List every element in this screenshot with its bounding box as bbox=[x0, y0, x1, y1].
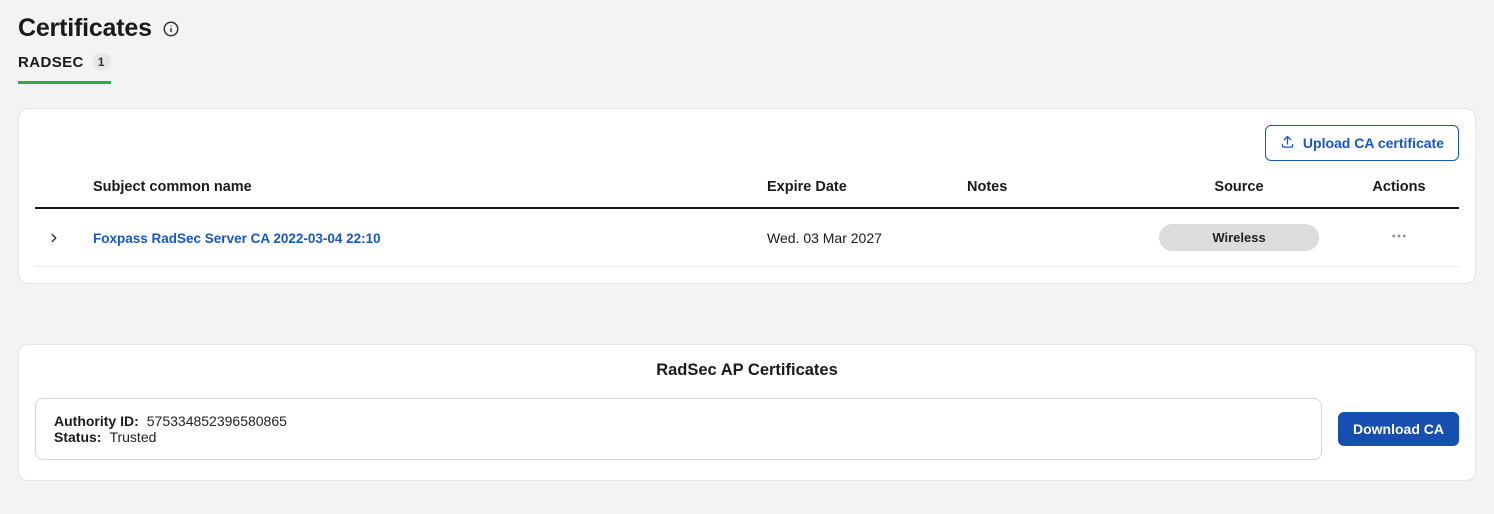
upload-icon bbox=[1280, 134, 1295, 152]
chevron-right-icon bbox=[47, 231, 61, 245]
status-value: Trusted bbox=[109, 429, 156, 445]
tab-radsec-label: RADSEC bbox=[18, 54, 84, 71]
page-title: Certificates bbox=[18, 14, 152, 43]
cell-expire: Wed. 03 Mar 2027 bbox=[759, 208, 959, 267]
tabs: RADSEC 1 bbox=[18, 53, 1476, 84]
column-header-actions: Actions bbox=[1339, 169, 1459, 208]
column-header-notes: Notes bbox=[959, 169, 1139, 208]
certificates-table: Subject common name Expire Date Notes So… bbox=[35, 169, 1459, 267]
cell-notes bbox=[959, 208, 1139, 267]
expand-row-button[interactable] bbox=[43, 227, 65, 249]
authority-id-value: 575334852396580865 bbox=[147, 413, 287, 429]
column-header-expand bbox=[35, 169, 85, 208]
more-horizontal-icon bbox=[1390, 227, 1408, 245]
authority-id-label: Authority ID: bbox=[54, 413, 139, 429]
download-ca-label: Download CA bbox=[1353, 421, 1444, 437]
tab-radsec-count-badge: 1 bbox=[92, 53, 111, 71]
column-header-source: Source bbox=[1139, 169, 1339, 208]
radsec-ap-certificates-title: RadSec AP Certificates bbox=[35, 361, 1459, 380]
status-label: Status: bbox=[54, 429, 101, 445]
certificates-card: Upload CA certificate Subject common nam… bbox=[18, 108, 1476, 284]
download-ca-button[interactable]: Download CA bbox=[1338, 412, 1459, 446]
column-header-expire: Expire Date bbox=[759, 169, 959, 208]
upload-ca-certificate-label: Upload CA certificate bbox=[1303, 135, 1444, 151]
info-icon[interactable] bbox=[162, 20, 180, 38]
source-chip: Wireless bbox=[1159, 224, 1319, 251]
row-actions-menu-button[interactable] bbox=[1382, 223, 1416, 252]
upload-ca-certificate-button[interactable]: Upload CA certificate bbox=[1265, 125, 1459, 161]
ap-cert-info-box: Authority ID: 575334852396580865 Status:… bbox=[35, 398, 1322, 460]
radsec-ap-certificates-card: RadSec AP Certificates Authority ID: 575… bbox=[18, 344, 1476, 481]
subject-link[interactable]: Foxpass RadSec Server CA 2022-03-04 22:1… bbox=[93, 231, 381, 246]
tab-radsec[interactable]: RADSEC 1 bbox=[18, 53, 111, 84]
table-row: Foxpass RadSec Server CA 2022-03-04 22:1… bbox=[35, 208, 1459, 267]
column-header-subject: Subject common name bbox=[85, 169, 759, 208]
